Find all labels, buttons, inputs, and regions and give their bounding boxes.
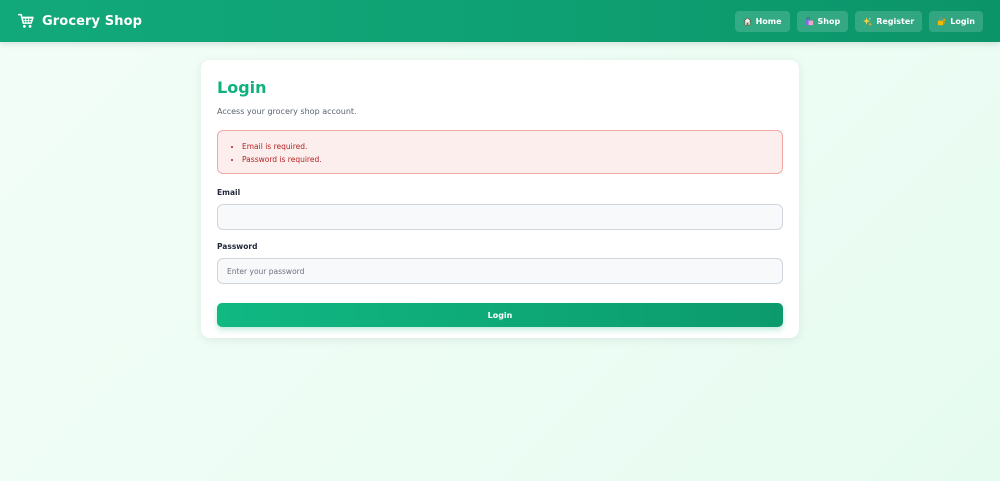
error-password-required: Password is required. — [242, 153, 782, 166]
error-list: Email is required. Password is required. — [242, 140, 782, 166]
brand[interactable]: Grocery Shop — [18, 13, 142, 29]
sparkles-icon — [863, 16, 873, 26]
password-label: Password — [217, 242, 258, 251]
house-icon — [742, 17, 752, 25]
nav-login[interactable]: Login — [929, 10, 983, 32]
shopping-cart-icon — [18, 13, 34, 28]
nav-register-label: Register — [876, 16, 915, 26]
password-input[interactable] — [217, 258, 783, 284]
nav-register[interactable]: Register — [855, 10, 923, 32]
nav-shop[interactable]: Shop — [796, 10, 849, 32]
brand-name: Grocery Shop — [42, 13, 143, 29]
lock-key-icon — [938, 17, 946, 25]
login-button[interactable]: Login — [217, 303, 783, 327]
email-label: Email — [217, 188, 241, 197]
shopping-bags-icon — [805, 16, 813, 25]
error-email-required: Email is required. — [242, 140, 782, 153]
nav-home[interactable]: Home — [734, 10, 790, 32]
email-input[interactable] — [217, 204, 783, 230]
nav-login-label: Login — [950, 16, 975, 26]
nav-shop-label: Shop — [817, 16, 841, 26]
top-navbar: Grocery Shop Home Shop Register Login — [0, 0, 1000, 42]
nav-links: Home Shop Register Login — [734, 10, 983, 32]
page-title: Login — [217, 78, 267, 97]
page-subtitle: Access your grocery shop account. — [217, 107, 357, 116]
error-alert: Email is required. Password is required. — [217, 130, 783, 174]
login-card: Login Access your grocery shop account. … — [201, 60, 799, 338]
nav-home-label: Home — [755, 16, 782, 26]
